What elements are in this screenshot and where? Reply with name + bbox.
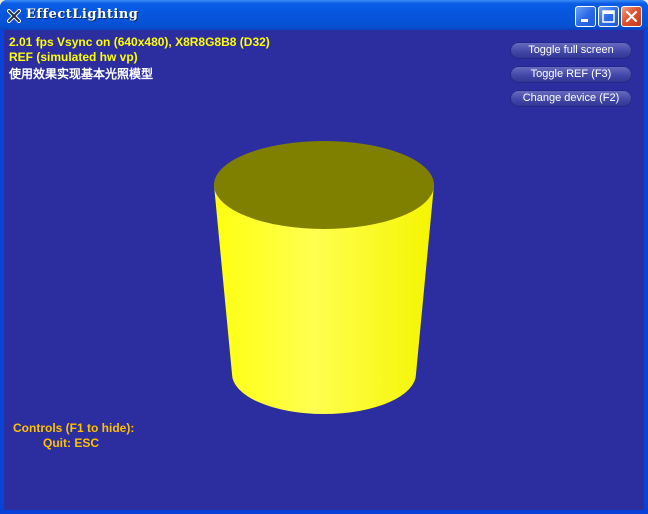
minimize-button[interactable]: [575, 6, 596, 27]
close-icon: [625, 10, 638, 23]
maximize-icon: [602, 10, 615, 23]
window-title: EffectLighting: [26, 7, 139, 22]
minimize-icon: [581, 19, 588, 22]
device-stats: REF (simulated hw vp): [9, 50, 138, 64]
app-icon[interactable]: [7, 8, 21, 23]
sample-description: 使用效果实现基本光照模型: [9, 67, 154, 81]
toggle-full-screen-button[interactable]: Toggle full screen: [510, 42, 632, 59]
cylinder-top: [214, 141, 434, 229]
toggle-ref-button[interactable]: Toggle REF (F3): [510, 66, 632, 83]
maximize-button[interactable]: [598, 6, 619, 27]
title-bar[interactable]: EffectLighting: [0, 0, 648, 30]
change-device-button[interactable]: Change device (F2): [510, 90, 632, 107]
close-button[interactable]: [621, 6, 642, 27]
controls-quit: Quit: ESC: [43, 436, 99, 450]
app-window: EffectLighting 2.01 fps Vsync on (640x48…: [0, 0, 648, 514]
controls-header: Controls (F1 to hide):: [13, 421, 135, 435]
render-viewport[interactable]: 2.01 fps Vsync on (640x480), X8R8G8B8 (D…: [4, 30, 644, 510]
frame-stats: 2.01 fps Vsync on (640x480), X8R8G8B8 (D…: [9, 35, 270, 49]
